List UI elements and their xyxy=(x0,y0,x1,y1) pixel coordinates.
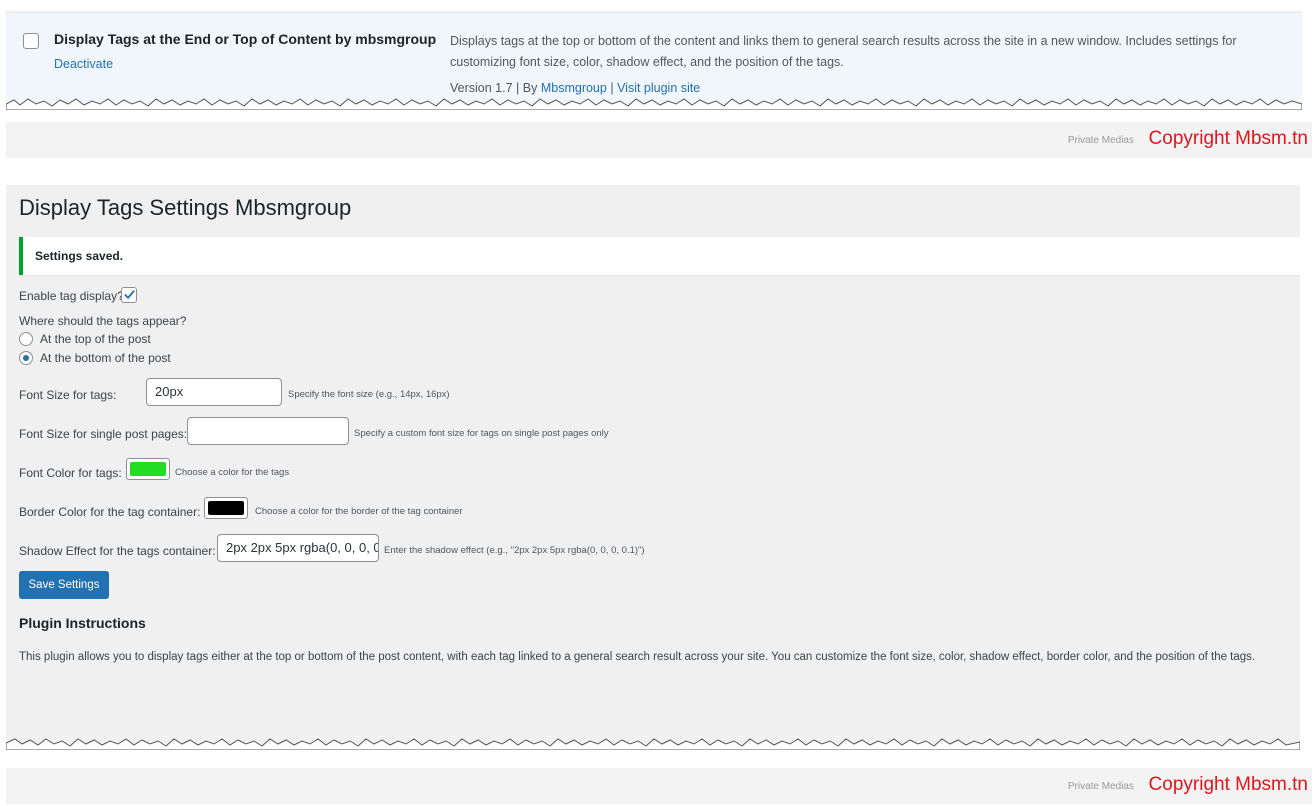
page-title: Display Tags Settings Mbsmgroup xyxy=(19,195,352,220)
instructions-text: This plugin allows you to display tags e… xyxy=(19,651,1256,663)
watermark-bar: Private Medias Copyright Mbsm.tn xyxy=(6,768,1312,804)
font-color-swatch xyxy=(130,462,166,476)
border-color-hint: Choose a color for the border of the tag… xyxy=(255,506,463,517)
font-color-hint: Choose a color for the tags xyxy=(175,467,290,478)
enable-tag-display-label: Enable tag display? xyxy=(19,289,124,303)
deactivate-link[interactable]: Deactivate xyxy=(54,57,113,71)
watermark-copyright: Copyright Mbsm.tn xyxy=(1148,128,1308,149)
plugin-version: Version 1.7 xyxy=(450,81,513,95)
notice-text: Settings saved. xyxy=(35,249,124,263)
plugin-author-link[interactable]: Mbsmgroup xyxy=(541,81,607,95)
save-settings-button[interactable]: Save Settings xyxy=(19,571,109,599)
plugin-meta: Version 1.7 | By Mbsmgroup | Visit plugi… xyxy=(450,81,700,95)
border-color-picker[interactable] xyxy=(204,497,248,519)
instructions-heading: Plugin Instructions xyxy=(19,615,146,631)
visit-plugin-site-link[interactable]: Visit plugin site xyxy=(617,81,700,95)
radio-bottom-label: At the bottom of the post xyxy=(40,351,171,365)
plugin-select-checkbox[interactable] xyxy=(23,33,39,49)
enable-tag-display-checkbox[interactable] xyxy=(121,287,137,303)
font-size-hint: Specify the font size (e.g., 14px, 16px) xyxy=(288,389,450,400)
single-font-size-hint: Specify a custom font size for tags on s… xyxy=(354,428,609,439)
meta-separator: | xyxy=(516,81,520,95)
border-color-swatch xyxy=(208,501,244,515)
font-size-label: Font Size for tags: xyxy=(19,388,117,402)
watermark-private: Private Medias xyxy=(1067,781,1134,792)
checkmark-icon xyxy=(124,290,135,300)
plugin-list-screenshot: Display Tags at the End or Top of Conten… xyxy=(6,10,1302,110)
single-font-size-input[interactable] xyxy=(187,417,349,445)
torn-edge xyxy=(6,98,1302,110)
shadow-input[interactable]: 2px 2px 5px rgba(0, 0, 0, 0 xyxy=(217,534,379,562)
watermark-private: Private Medias xyxy=(1067,135,1134,146)
plugin-by: By xyxy=(522,81,538,95)
font-size-input[interactable]: 20px xyxy=(146,378,282,406)
font-color-label: Font Color for tags: xyxy=(19,466,122,480)
torn-edge xyxy=(6,738,1300,750)
position-question: Where should the tags appear? xyxy=(19,314,187,328)
watermark-bar: Private Medias Copyright Mbsm.tn xyxy=(6,122,1312,158)
radio-bottom-of-post[interactable] xyxy=(19,351,33,365)
plugin-row: Display Tags at the End or Top of Conten… xyxy=(6,12,1302,108)
plugin-description: Displays tags at the top or bottom of th… xyxy=(450,34,1237,69)
radio-top-label: At the top of the post xyxy=(40,332,151,346)
border-color-label: Border Color for the tag container: xyxy=(19,505,201,519)
font-color-picker[interactable] xyxy=(126,458,170,480)
shadow-label: Shadow Effect for the tags container: xyxy=(19,544,216,558)
meta-separator: | xyxy=(610,81,614,95)
radio-top-of-post[interactable] xyxy=(19,332,33,346)
settings-saved-notice: Settings saved. xyxy=(19,237,1300,275)
plugin-name: Display Tags at the End or Top of Conten… xyxy=(54,31,437,47)
shadow-hint: Enter the shadow effect (e.g., "2px 2px … xyxy=(384,545,645,556)
settings-page-screenshot: Display Tags Settings Mbsmgroup Settings… xyxy=(6,185,1300,750)
single-font-size-label: Font Size for single post pages: xyxy=(19,427,188,441)
watermark-copyright: Copyright Mbsm.tn xyxy=(1148,774,1308,795)
